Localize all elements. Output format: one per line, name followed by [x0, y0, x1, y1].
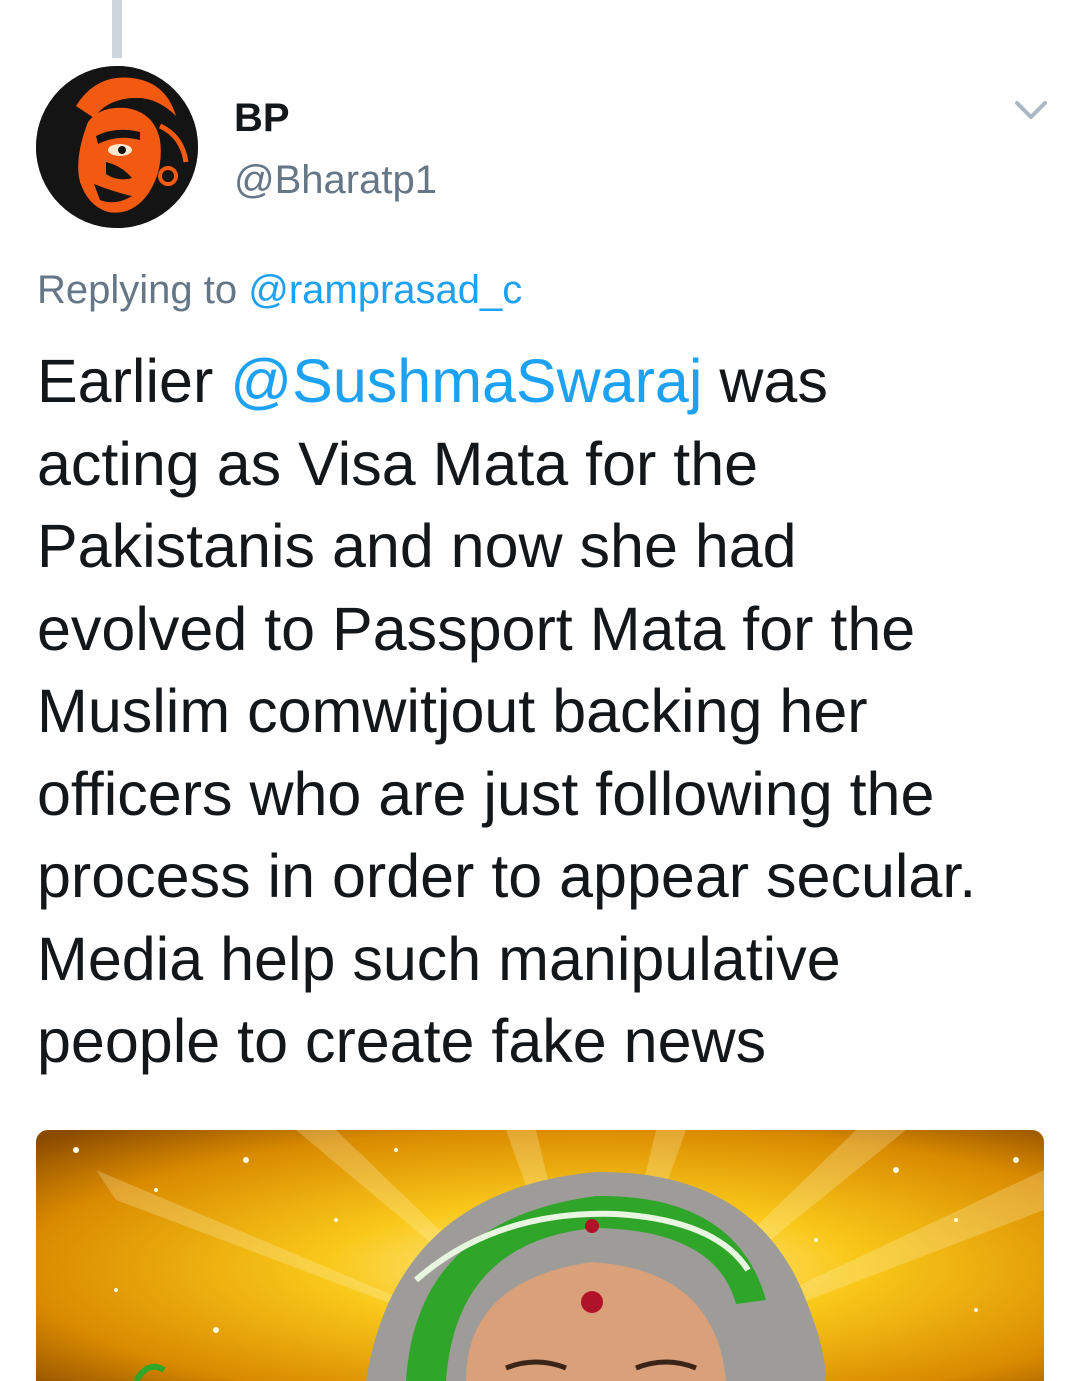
- author-handle[interactable]: @Bharatp1: [234, 154, 437, 206]
- replying-to-context: Replying to @ramprasad_c: [37, 264, 522, 316]
- replying-to-label: Replying to: [37, 268, 238, 312]
- author-display-name[interactable]: BP: [234, 92, 290, 144]
- tweet-text-line: evolved to Passport Mata for the: [37, 594, 916, 663]
- tweet-text-line: process in order to appear secular.: [37, 842, 977, 910]
- tweet-text-line: Pakistanis and now she had: [37, 512, 797, 580]
- tweet-text-line: people to create fake news: [37, 1007, 767, 1075]
- mention-link[interactable]: @SushmaSwaraj: [230, 347, 702, 415]
- tweet-text-segment: was: [719, 347, 828, 415]
- media-photo: [36, 1130, 1044, 1381]
- hanuman-avatar-icon: [36, 66, 198, 228]
- tweet-text-line: acting as Visa Mata for the: [37, 429, 759, 498]
- tweet-text-line: Muslim comwitjout backing her: [37, 677, 868, 745]
- tweet-text-line: officers who are just following the: [37, 759, 935, 828]
- author-avatar[interactable]: [36, 66, 198, 228]
- thread-connector-line: [112, 0, 122, 58]
- tweet-text-line: Earlier @SushmaSwaraj was: [37, 340, 1062, 423]
- replying-to-handle-link[interactable]: @ramprasad_c: [248, 268, 522, 312]
- tweet-text-segment: Earlier: [37, 347, 214, 415]
- tweet-menu-button[interactable]: [1006, 90, 1056, 130]
- chevron-down-icon: [1015, 101, 1047, 119]
- tweet-text-line: Media help such manipulative: [37, 924, 841, 993]
- tweet-media-image[interactable]: [36, 1130, 1044, 1381]
- tweet-body-text: Earlier @SushmaSwaraj was acting as Visa…: [37, 340, 1062, 1083]
